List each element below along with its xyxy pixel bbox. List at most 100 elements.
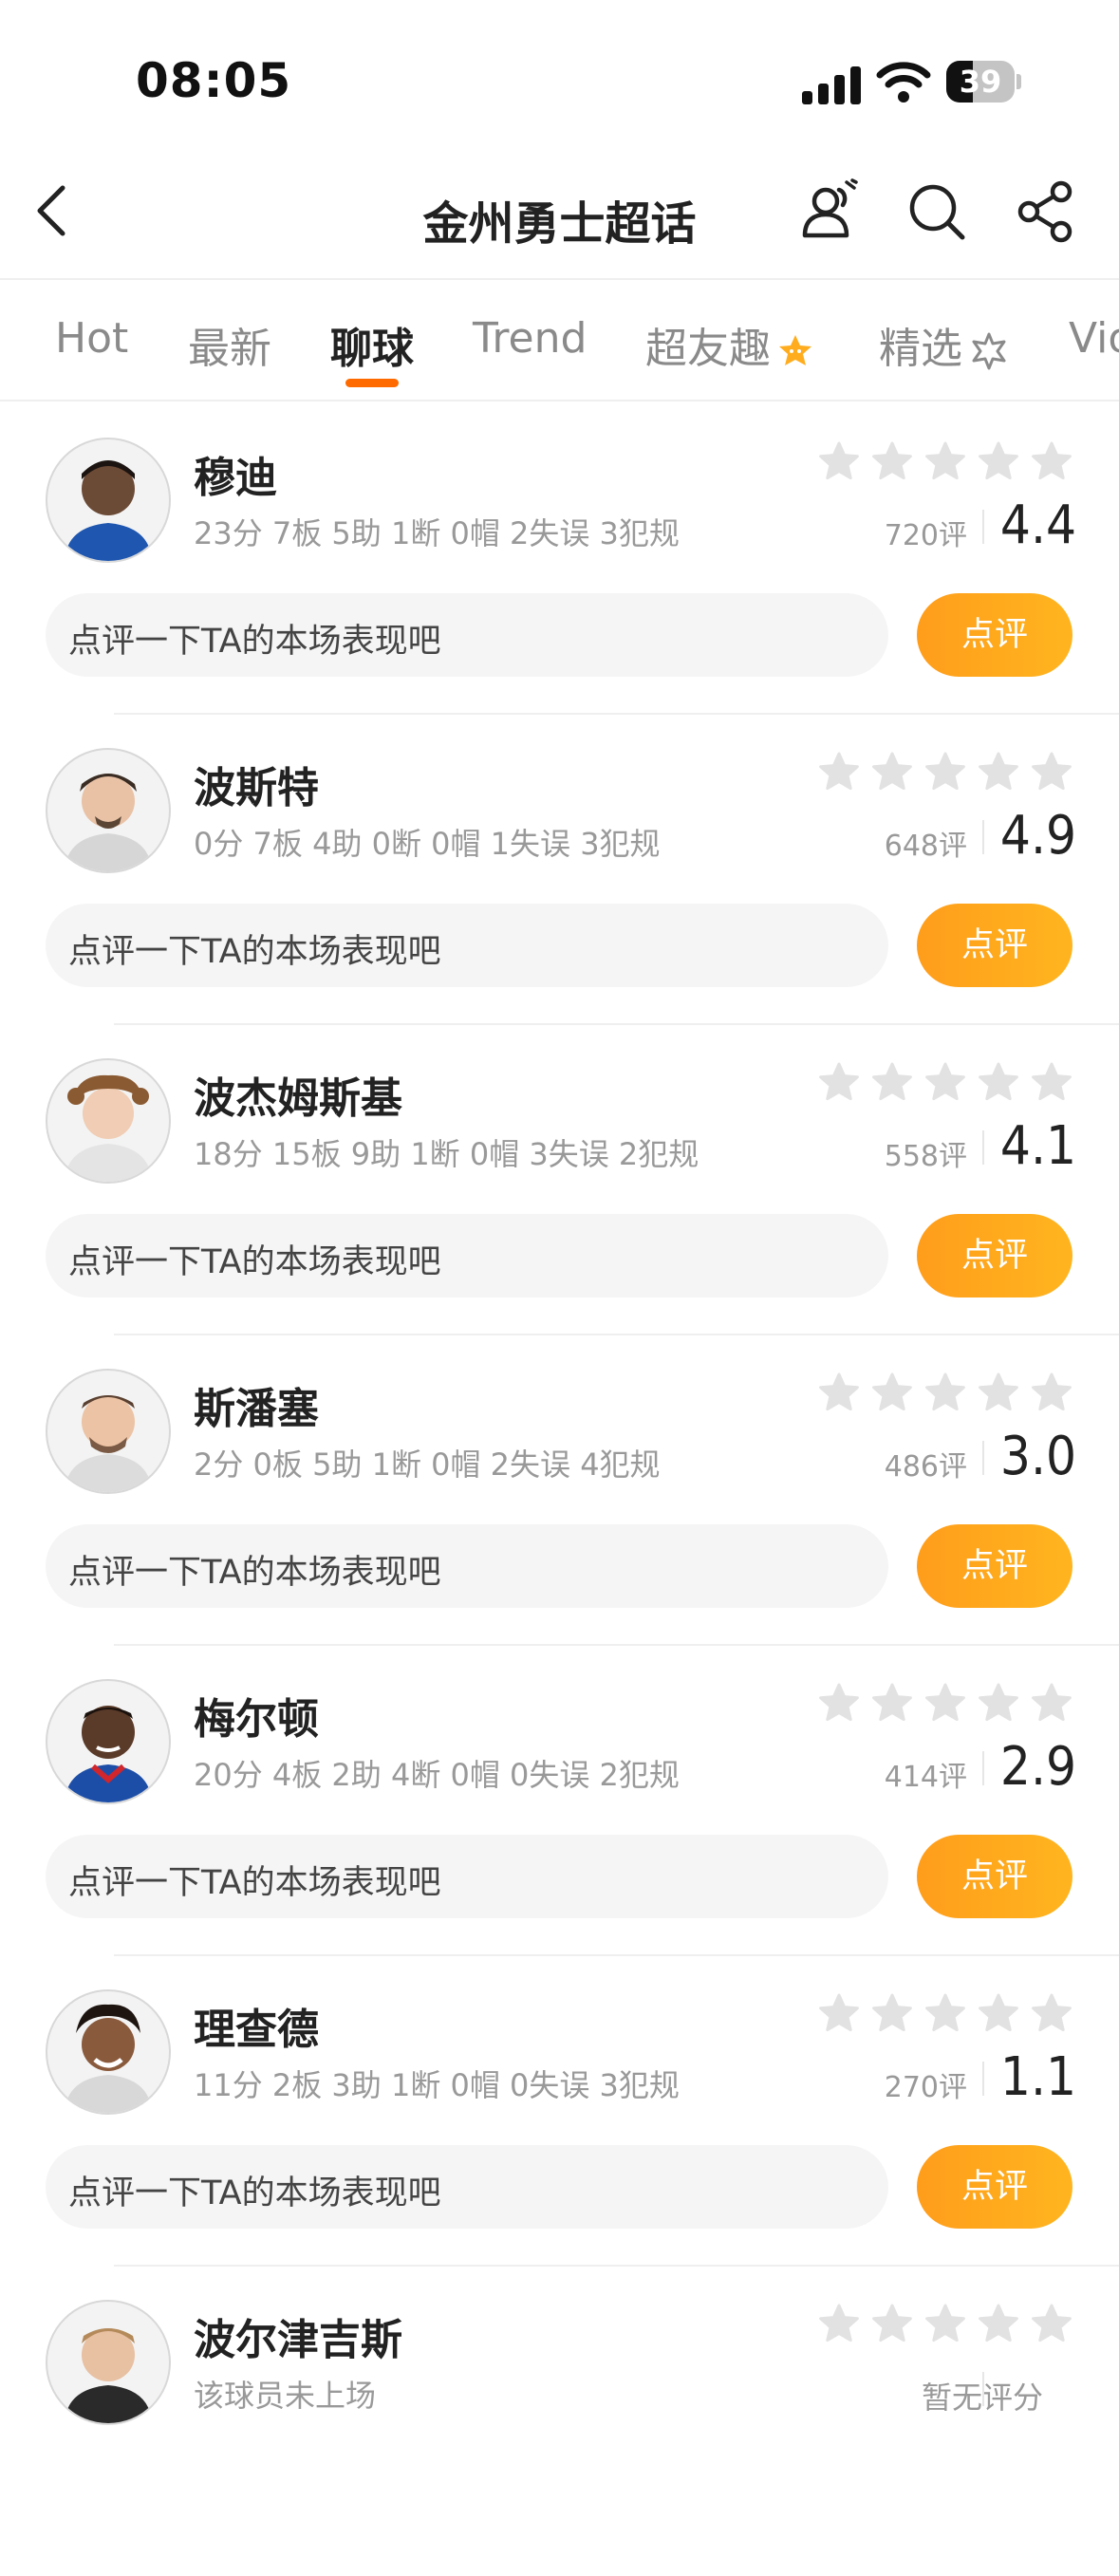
active-tab-indicator (345, 379, 399, 387)
average-score: 1.1 (999, 2046, 1076, 2108)
rating-stars[interactable] (818, 441, 1072, 483)
star-icon[interactable] (818, 1993, 860, 2035)
rate-button[interactable]: 点评 (917, 593, 1072, 677)
tab-super-fun[interactable]: 超友趣 (645, 314, 814, 375)
player-name: 波斯特 (194, 764, 319, 812)
nav-bar: 金州勇士超话 (0, 142, 1119, 280)
star-icon[interactable] (978, 752, 1019, 793)
star-icon[interactable] (871, 1993, 913, 2035)
star-icon[interactable] (924, 2304, 966, 2345)
star-icon[interactable] (924, 752, 966, 793)
player-stats: 该球员未上场 (194, 2378, 377, 2414)
average-score: 4.9 (999, 805, 1076, 867)
star-icon[interactable] (871, 1683, 913, 1725)
tab-chat-ball[interactable]: 聊球 (330, 314, 414, 375)
starburst-icon (972, 332, 1006, 370)
star-icon[interactable] (871, 1372, 913, 1414)
rating-stars[interactable] (818, 752, 1072, 793)
star-icon[interactable] (818, 1683, 860, 1725)
rating-count: 270评 (884, 2071, 967, 2104)
star-icon[interactable] (871, 2304, 913, 2345)
tab-video[interactable]: Vio (1069, 314, 1119, 363)
rate-button[interactable]: 点评 (917, 1524, 1072, 1608)
star-icon[interactable] (924, 441, 966, 483)
rating-count: 648评 (884, 830, 967, 863)
rating-stars[interactable] (818, 1062, 1072, 1104)
comment-input[interactable]: 点评一下TA的本场表现吧 (46, 2145, 888, 2229)
star-icon[interactable] (924, 1993, 966, 2035)
player-row: 理查德 11分 2板 3助 1断 0帽 0失误 3犯规 270评 1.1 点评一… (0, 1955, 1119, 2267)
star-icon[interactable] (978, 1372, 1019, 1414)
status-bar: 08:05 39 (0, 0, 1119, 142)
divider (982, 510, 984, 544)
comment-input[interactable]: 点评一下TA的本场表现吧 (46, 904, 888, 987)
star-icon[interactable] (818, 752, 860, 793)
star-icon[interactable] (818, 1372, 860, 1414)
star-icon[interactable] (978, 1993, 1019, 2035)
comment-input[interactable]: 点评一下TA的本场表现吧 (46, 1214, 888, 1297)
rate-button[interactable]: 点评 (917, 1214, 1072, 1297)
rating-stars[interactable] (818, 2304, 1072, 2345)
tab-trend[interactable]: Trend (473, 314, 587, 363)
star-icon[interactable] (1031, 1062, 1072, 1104)
comment-input[interactable]: 点评一下TA的本场表现吧 (46, 593, 888, 677)
battery-icon: 39 (946, 61, 1021, 103)
star-icon[interactable] (871, 752, 913, 793)
player-avatar[interactable] (46, 1989, 171, 2115)
player-stats: 18分 15板 9助 1断 0帽 3失误 2犯规 (194, 1136, 699, 1172)
star-icon[interactable] (1031, 441, 1072, 483)
star-icon[interactable] (978, 441, 1019, 483)
star-icon[interactable] (1031, 2304, 1072, 2345)
player-name: 波杰姆斯基 (194, 1074, 402, 1123)
rate-button[interactable]: 点评 (917, 2145, 1072, 2229)
rating-stars[interactable] (818, 1993, 1072, 2035)
player-avatar[interactable] (46, 438, 171, 563)
share-icon[interactable] (1014, 178, 1080, 245)
star-icon[interactable] (1031, 752, 1072, 793)
star-icon[interactable] (978, 1683, 1019, 1725)
star-icon[interactable] (1031, 1372, 1072, 1414)
player-avatar[interactable] (46, 1058, 171, 1184)
player-avatar[interactable] (46, 748, 171, 873)
battery-level: 39 (959, 64, 1002, 100)
star-icon[interactable] (871, 1062, 913, 1104)
rating-stars[interactable] (818, 1683, 1072, 1725)
star-icon[interactable] (1031, 1683, 1072, 1725)
player-stats: 11分 2板 3助 1断 0帽 0失误 3犯规 (194, 2067, 680, 2103)
star-icon[interactable] (818, 441, 860, 483)
star-icon[interactable] (871, 441, 913, 483)
star-icon[interactable] (924, 1372, 966, 1414)
tab-featured[interactable]: 精选 (879, 314, 1010, 375)
star-icon[interactable] (924, 1062, 966, 1104)
tab-hot[interactable]: Hot (55, 314, 128, 363)
comment-input[interactable]: 点评一下TA的本场表现吧 (46, 1524, 888, 1608)
player-row: 波斯特 0分 7板 4助 0断 0帽 1失误 3犯规 648评 4.9 点评一下… (0, 714, 1119, 1025)
rating-count: 720评 (884, 519, 967, 552)
divider (982, 1130, 984, 1165)
player-row: 波尔津吉斯 该球员未上场 暂无评分 (0, 2266, 1119, 2576)
player-avatar[interactable] (46, 2300, 171, 2425)
divider (982, 1751, 984, 1785)
rating-stars[interactable] (818, 1372, 1072, 1414)
star-icon[interactable] (978, 1062, 1019, 1104)
player-avatar[interactable] (46, 1369, 171, 1494)
star-icon[interactable] (818, 2304, 860, 2345)
player-avatar[interactable] (46, 1679, 171, 1804)
comment-input[interactable]: 点评一下TA的本场表现吧 (46, 1835, 888, 1918)
average-score: 2.9 (999, 1736, 1076, 1798)
rating-count: 486评 (884, 1450, 967, 1484)
star-icon[interactable] (1031, 1993, 1072, 2035)
player-stats: 2分 0板 5助 1断 0帽 2失误 4犯规 (194, 1447, 661, 1483)
star-icon[interactable] (924, 1683, 966, 1725)
search-icon[interactable] (904, 178, 970, 245)
comment-placeholder: 点评一下TA的本场表现吧 (68, 2175, 441, 2212)
tab-featured-label: 精选 (879, 325, 962, 373)
comment-placeholder: 点评一下TA的本场表现吧 (68, 623, 441, 661)
star-icon[interactable] (978, 2304, 1019, 2345)
rate-button[interactable]: 点评 (917, 904, 1072, 987)
tab-latest[interactable]: 最新 (188, 314, 271, 375)
player-row: 梅尔顿 20分 4板 2助 4断 0帽 0失误 2犯规 414评 2.9 点评一… (0, 1645, 1119, 1956)
people-icon[interactable] (797, 178, 864, 245)
star-icon[interactable] (818, 1062, 860, 1104)
rate-button[interactable]: 点评 (917, 1835, 1072, 1918)
